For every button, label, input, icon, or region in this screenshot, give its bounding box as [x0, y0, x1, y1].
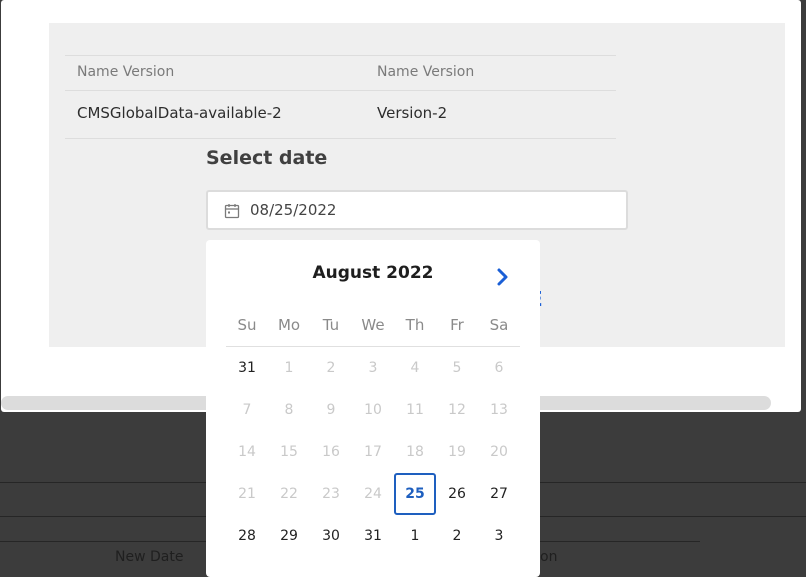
day-cell[interactable]: 31 [352, 515, 394, 557]
date-input-value: 08/25/2022 [250, 201, 337, 219]
day-cell-selected[interactable]: 25 [394, 473, 436, 515]
table-header-name-version-2: Name Version [377, 64, 475, 80]
calendar-icon [224, 204, 240, 219]
day-cell: 2 [326, 360, 336, 376]
day-cell[interactable]: 27 [478, 473, 520, 515]
day-cell[interactable]: 31 [226, 347, 268, 389]
table-cell-version: Version-2 [377, 104, 448, 122]
day-cell: 24 [364, 486, 382, 502]
day-cell: 6 [494, 360, 504, 376]
table-divider [65, 138, 616, 139]
weekday-label: Mo [277, 316, 301, 334]
day-cell: 17 [364, 444, 382, 460]
day-cell: 4 [410, 360, 420, 376]
day-cell: 8 [284, 402, 294, 418]
day-cell[interactable]: 1 [394, 515, 436, 557]
weekday-label: Tu [322, 316, 340, 334]
day-cell[interactable]: 2 [436, 515, 478, 557]
date-input[interactable]: 08/25/2022 [206, 190, 628, 230]
table-cell-name: CMSGlobalData-available-2 [77, 104, 282, 122]
table-header-name-version: Name Version [77, 64, 175, 80]
day-cell: 5 [452, 360, 462, 376]
weekday-label: Su [237, 316, 257, 334]
day-cell: 15 [280, 444, 298, 460]
day-cell: 7 [242, 402, 252, 418]
chevron-right-icon[interactable] [492, 266, 514, 288]
background-partial-label: on [540, 549, 558, 565]
day-cell: 22 [280, 486, 298, 502]
day-cell: 19 [448, 444, 466, 460]
day-cell: 3 [368, 360, 378, 376]
table-divider [65, 55, 616, 56]
day-cell[interactable]: 30 [310, 515, 352, 557]
day-cell: 23 [322, 486, 340, 502]
day-cell: 12 [448, 402, 466, 418]
day-cell: 14 [238, 444, 256, 460]
background-new-date-label: New Date [115, 549, 184, 565]
day-cell: 11 [406, 402, 424, 418]
day-cell: 18 [406, 444, 424, 460]
day-cell[interactable]: 29 [268, 515, 310, 557]
day-cell[interactable]: 3 [478, 515, 520, 557]
day-cell: 10 [364, 402, 382, 418]
table-divider [65, 90, 616, 91]
month-label: August 2022 [312, 263, 434, 283]
day-cell: 9 [326, 402, 336, 418]
day-cell[interactable]: 26 [436, 473, 478, 515]
weekday-label: Sa [489, 316, 509, 334]
weekday-label: Fr [450, 316, 464, 334]
day-cell: 13 [490, 402, 508, 418]
datepicker-popup: August 2022 Su Mo Tu We Th Fr Sa 31 1 2 3 4 5 6 7 8 9 10… [206, 240, 540, 577]
day-cell: 16 [322, 444, 340, 460]
day-cell: 21 [238, 486, 256, 502]
day-cell: 1 [284, 360, 294, 376]
weekday-label: Th [405, 316, 425, 334]
weekday-label: We [361, 316, 385, 334]
day-cell: 20 [490, 444, 508, 460]
select-date-title: Select date [206, 147, 328, 169]
day-cell[interactable]: 28 [226, 515, 268, 557]
